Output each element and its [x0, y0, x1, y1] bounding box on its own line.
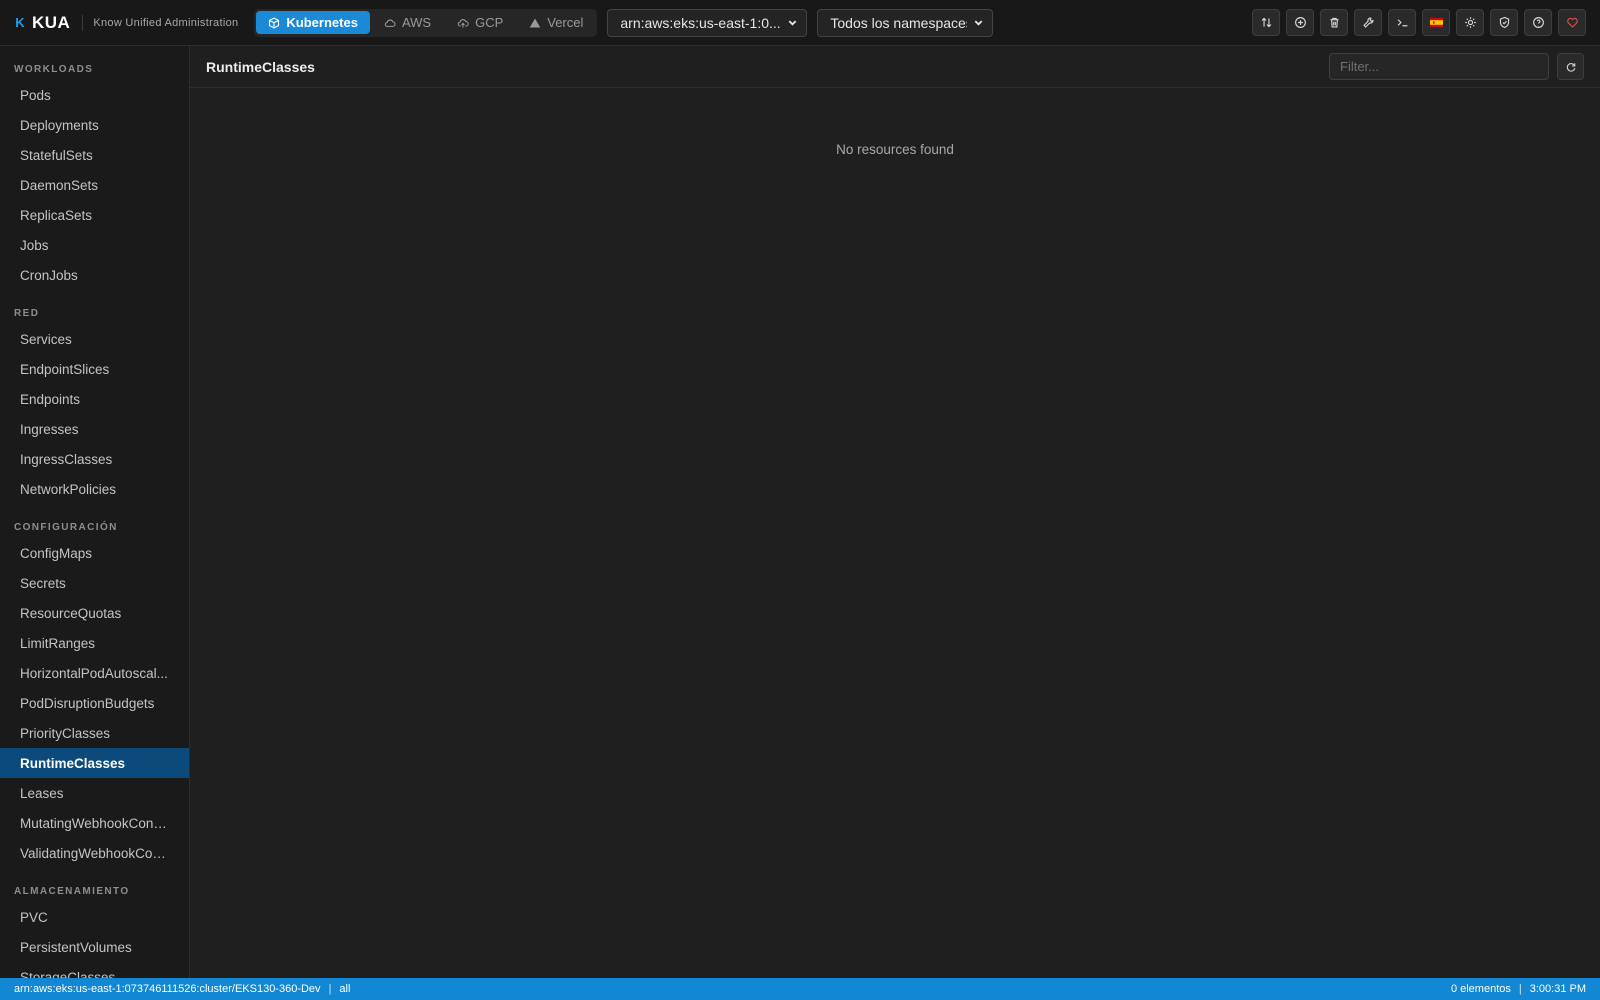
- sidebar-section-workloads: WORKLOADS: [14, 63, 94, 75]
- language-button[interactable]: [1422, 9, 1450, 36]
- status-cluster: arn:aws:eks:us-east-1:073746111526:clust…: [14, 983, 321, 995]
- terminal-button[interactable]: [1388, 9, 1416, 36]
- tab-kubernetes-label: Kubernetes: [286, 15, 358, 30]
- sidebar-item-persistentvolumes[interactable]: PersistentVolumes: [0, 932, 189, 962]
- cloud-upload-icon: [457, 18, 469, 27]
- refresh-button[interactable]: [1557, 53, 1584, 80]
- sidebar-item-cronjobs[interactable]: CronJobs: [0, 260, 189, 290]
- status-separator: |: [1518, 983, 1522, 995]
- sidebar-item-ingressclasses[interactable]: IngressClasses: [0, 444, 189, 474]
- status-right: 0 elementos | 3:00:31 PM: [1451, 983, 1586, 995]
- sidebar-item-runtimeclasses[interactable]: RuntimeClasses: [0, 748, 189, 778]
- cloud-icon: [384, 19, 396, 27]
- app-brand: KUA: [32, 12, 71, 32]
- tab-vercel-label: Vercel: [547, 15, 584, 30]
- sidebar-item-leases[interactable]: Leases: [0, 778, 189, 808]
- tab-vercel[interactable]: Vercel: [517, 11, 595, 34]
- sidebar-item-networkpolicies[interactable]: NetworkPolicies: [0, 474, 189, 504]
- sidebar-section-network: RED: [14, 307, 40, 319]
- namespace-select[interactable]: Todos los namespaces: [817, 8, 994, 37]
- cube-icon: [269, 17, 280, 28]
- sidebar-item-replicasets[interactable]: ReplicaSets: [0, 200, 189, 230]
- sidebar-item-jobs[interactable]: Jobs: [0, 230, 189, 260]
- status-namespace: all: [339, 983, 351, 995]
- sidebar-item-pvc[interactable]: PVC: [0, 902, 189, 932]
- arrows-swap-icon: [1261, 17, 1271, 28]
- tab-aws-label: AWS: [401, 15, 432, 30]
- sidebar-item-statefulsets[interactable]: StatefulSets: [0, 140, 189, 170]
- theme-toggle-button[interactable]: [1456, 9, 1484, 36]
- main-header: RuntimeClasses: [190, 46, 1600, 88]
- tab-kubernetes[interactable]: Kubernetes: [256, 11, 370, 34]
- sidebar-item-endpoints[interactable]: Endpoints: [0, 384, 189, 414]
- tab-gcp[interactable]: GCP: [445, 11, 515, 34]
- provider-tabs: Kubernetes AWS GCP Vercel: [254, 8, 598, 37]
- sidebar-item-endpointslices[interactable]: EndpointSlices: [0, 354, 189, 384]
- sidebar-section-configuration: CONFIGURACIÓN: [14, 521, 118, 533]
- status-time: 3:00:31 PM: [1529, 983, 1586, 995]
- logo-mark: K: [15, 15, 25, 30]
- sidebar-item-daemonsets[interactable]: DaemonSets: [0, 170, 189, 200]
- app-subtitle: Know Unified Administration: [93, 16, 239, 29]
- sidebar-item-poddisruptionbudgets[interactable]: PodDisruptionBudgets: [0, 688, 189, 718]
- toolbar: [1252, 9, 1586, 36]
- logo-divider: [82, 14, 84, 31]
- status-item-count: 0 elementos: [1450, 983, 1511, 995]
- namespace-select-value: Todos los namespaces: [830, 14, 968, 31]
- spain-flag-icon: [1429, 17, 1443, 28]
- heart-icon: [1566, 17, 1578, 28]
- sidebar-item-resourcequotas[interactable]: ResourceQuotas: [0, 598, 189, 628]
- help-circle-icon: [1532, 17, 1544, 28]
- trash-icon: [1329, 17, 1339, 28]
- cluster-select-value: arn:aws:eks:us-east-1:0...: [620, 14, 781, 31]
- sidebar-item-secrets[interactable]: Secrets: [0, 568, 189, 598]
- status-bar: arn:aws:eks:us-east-1:073746111526:clust…: [0, 978, 1600, 1000]
- sidebar-item-pods[interactable]: Pods: [0, 80, 189, 110]
- delete-button[interactable]: [1320, 9, 1348, 36]
- sidebar-section-storage: ALMACENAMIENTO: [14, 885, 130, 897]
- sidebar-item-storageclasses[interactable]: StorageClasses: [0, 962, 189, 979]
- top-bar: K KUA Know Unified Administration Kubern…: [0, 0, 1600, 46]
- tools-button[interactable]: [1354, 9, 1382, 36]
- favorites-button[interactable]: [1558, 9, 1586, 36]
- triangle-icon: [530, 18, 541, 27]
- filter-input[interactable]: [1329, 53, 1549, 80]
- tab-gcp-label: GCP: [475, 15, 504, 30]
- terminal-icon: [1397, 19, 1407, 27]
- empty-state-message: No resources found: [836, 142, 954, 157]
- refresh-icon: [1566, 62, 1575, 72]
- create-resource-button[interactable]: [1286, 9, 1314, 36]
- sidebar-item-deployments[interactable]: Deployments: [0, 110, 189, 140]
- sidebar: WORKLOADS Pods Deployments StatefulSets …: [0, 46, 190, 978]
- sidebar-item-limitranges[interactable]: LimitRanges: [0, 628, 189, 658]
- sidebar-item-priorityclasses[interactable]: PriorityClasses: [0, 718, 189, 748]
- sidebar-item-services[interactable]: Services: [0, 324, 189, 354]
- shield-icon: [1499, 16, 1509, 29]
- help-button[interactable]: [1524, 9, 1552, 36]
- chevron-down-icon: [789, 20, 797, 26]
- sidebar-item-validatingwebhookconfigurations[interactable]: ValidatingWebhookCon...: [0, 838, 189, 868]
- plus-circle-icon: [1294, 17, 1306, 28]
- sidebar-item-ingresses[interactable]: Ingresses: [0, 414, 189, 444]
- cluster-select[interactable]: arn:aws:eks:us-east-1:0...: [607, 8, 808, 37]
- page-title: RuntimeClasses: [206, 58, 315, 75]
- sun-icon: [1464, 17, 1476, 28]
- main-content: RuntimeClasses No resources found: [190, 46, 1600, 978]
- sidebar-item-horizontalpodautoscalers[interactable]: HorizontalPodAutoscal...: [0, 658, 189, 688]
- chevron-down-icon: [975, 20, 983, 26]
- wrench-icon: [1362, 17, 1374, 28]
- sidebar-item-configmaps[interactable]: ConfigMaps: [0, 538, 189, 568]
- sidebar-item-mutatingwebhookconfigurations[interactable]: MutatingWebhookConfi...: [0, 808, 189, 838]
- status-separator: |: [328, 983, 332, 995]
- port-forward-button[interactable]: [1252, 9, 1280, 36]
- security-button[interactable]: [1490, 9, 1518, 36]
- app-logo[interactable]: K KUA: [14, 13, 70, 33]
- tab-aws[interactable]: AWS: [372, 11, 443, 34]
